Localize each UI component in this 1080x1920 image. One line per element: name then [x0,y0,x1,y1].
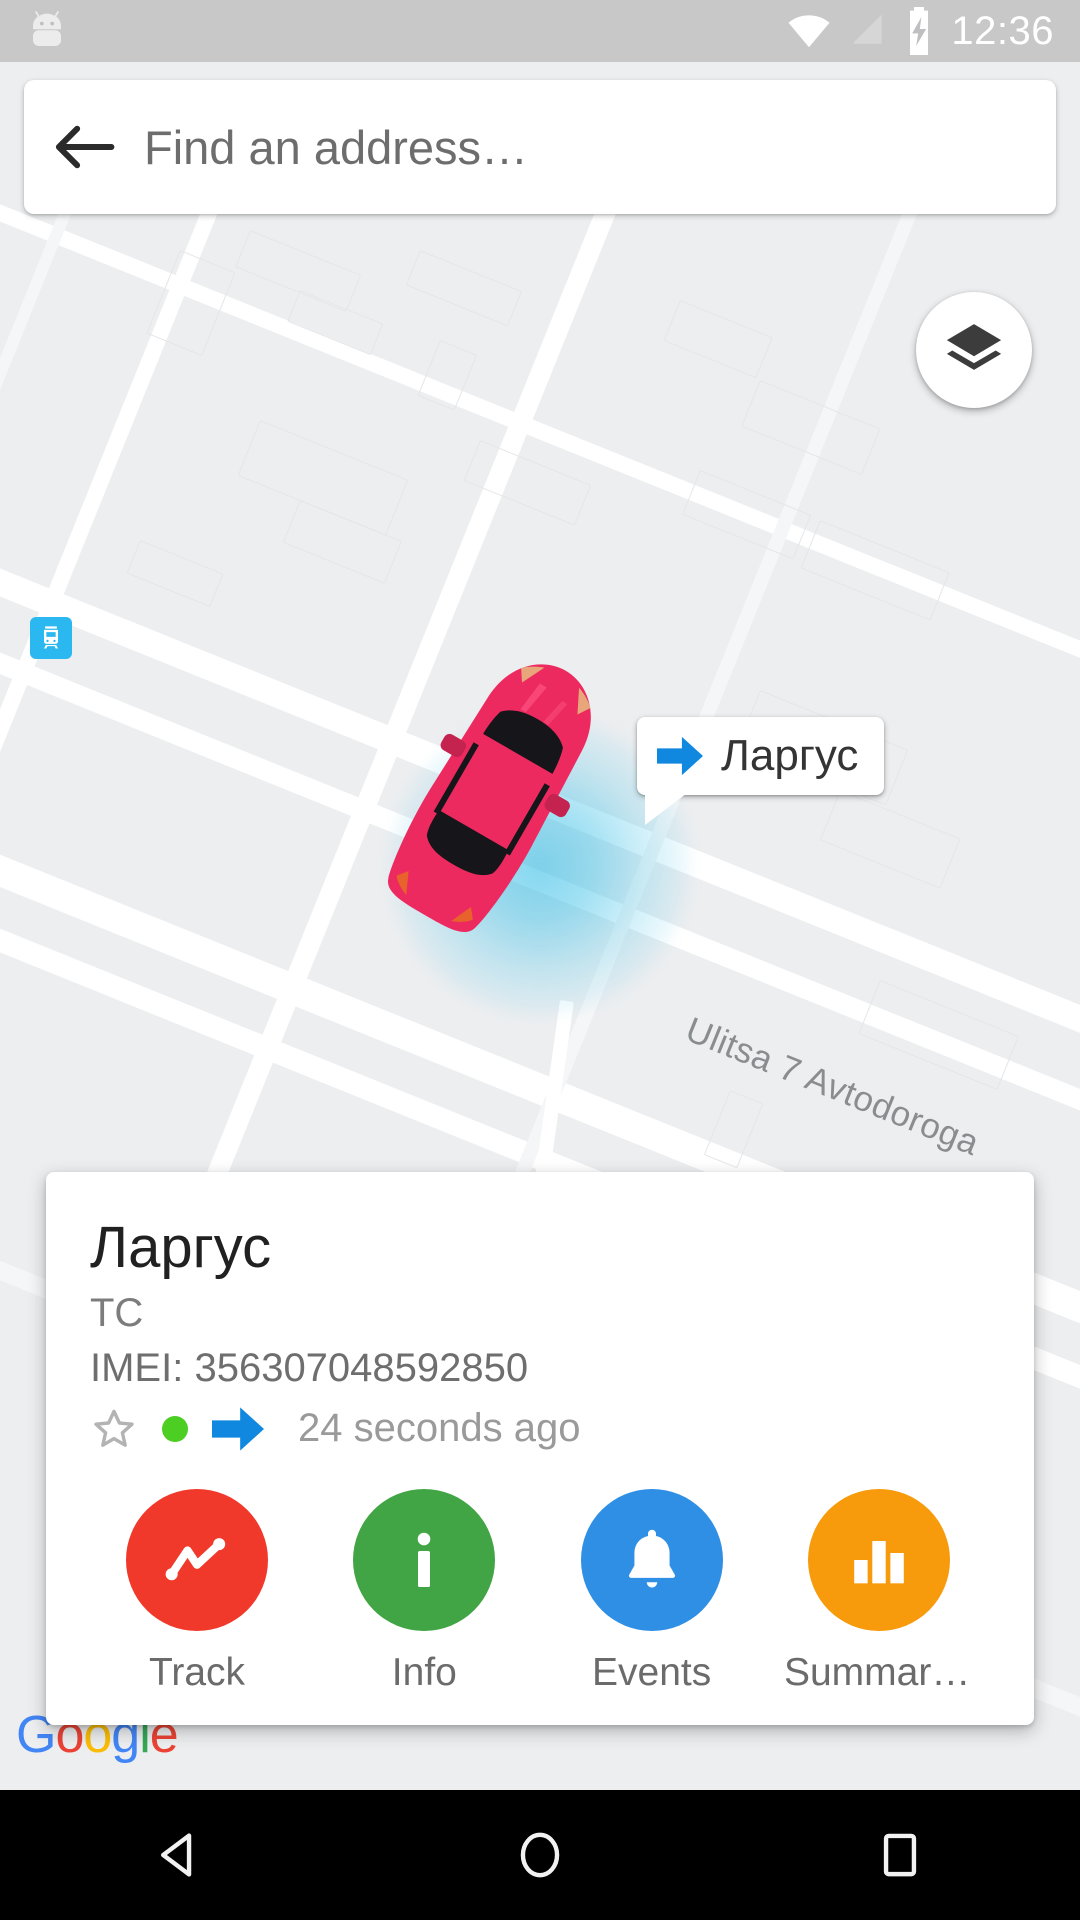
action-info-label: Info [391,1650,457,1694]
last-update-time: 24 seconds ago [298,1406,581,1451]
star-outline-icon[interactable] [90,1405,138,1453]
vehicle-tooltip-label: Ларгус [721,731,859,780]
track-line-chart-icon [159,1522,235,1598]
action-summary-button[interactable]: Summary… [783,1488,974,1695]
android-navigation-bar [0,1790,1080,1920]
nav-home-button[interactable] [450,1790,630,1920]
action-info-button[interactable]: Info [329,1488,519,1695]
search-input[interactable] [144,119,1056,175]
map-block [405,250,522,327]
app-screen: Ulitsa 7 Avtodoroga Ларгус Google Find a… [0,0,1080,1920]
wifi-icon [787,13,831,49]
action-events-button[interactable]: Events [557,1488,747,1695]
blue-arrow-icon [212,1407,264,1451]
map-block [126,540,224,608]
action-track-button[interactable]: Track [102,1488,292,1695]
android-bugdroid-icon [24,8,70,54]
map-block [663,300,773,379]
nav-back-button[interactable] [90,1790,270,1920]
search-bar[interactable] [24,80,1056,214]
blue-arrow-icon [657,736,703,776]
vehicle-status-row: 24 seconds ago [90,1405,990,1453]
tooltip-pointer [645,781,703,825]
vehicle-name: Ларгус [90,1215,272,1280]
action-summary-label: Summary… [783,1650,974,1694]
layers-icon [943,319,1005,381]
nav-recents-button[interactable] [810,1790,990,1920]
map-layers-button[interactable] [916,292,1032,408]
online-status-dot [162,1415,188,1442]
vehicle-info-card[interactable]: Ларгус ТС IMEI: 356307048592850 24 secon… [46,1172,1034,1725]
action-events-label: Events [592,1650,712,1694]
vehicle-imei: IMEI: 356307048592850 [90,1345,529,1390]
map-block [819,790,961,889]
status-bar: 12:36 [0,0,1080,62]
map-block [800,520,950,621]
back-arrow-icon[interactable] [24,119,144,175]
bar-chart-icon [844,1525,914,1595]
vehicle-type: ТС [90,1290,144,1335]
signal-icon [847,11,887,51]
status-bar-clock: 12:36 [951,8,1054,53]
action-track-label: Track [148,1650,246,1694]
bell-icon [615,1523,689,1597]
info-icon [388,1524,460,1596]
tram-station-icon[interactable] [30,617,72,659]
map-block [703,1090,764,1169]
card-action-row: Track Info Events Summary… [90,1488,990,1695]
battery-charging-icon [903,7,935,55]
vehicle-map-tooltip[interactable]: Ларгус [637,717,885,825]
